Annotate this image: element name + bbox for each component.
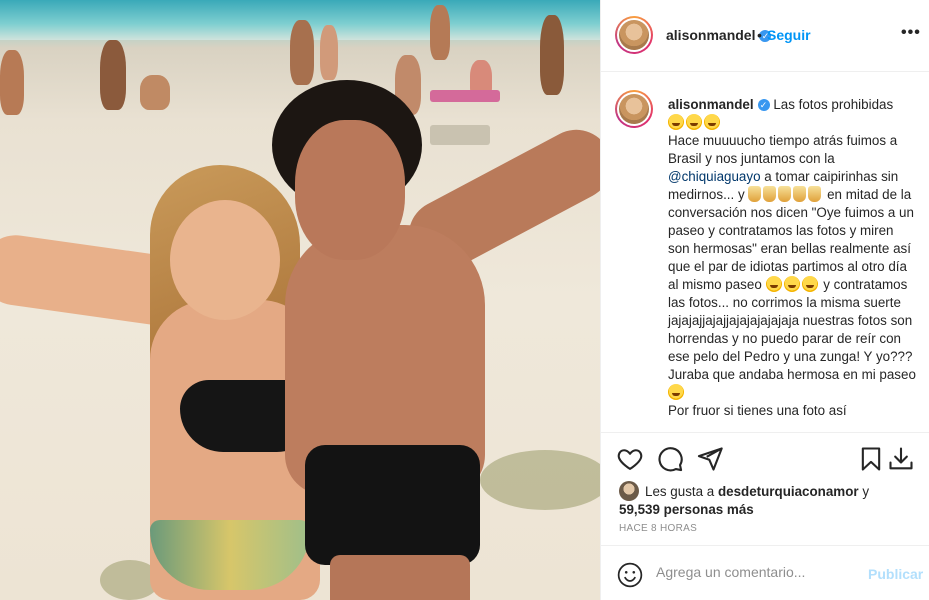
likes-middle: y bbox=[858, 484, 870, 499]
likes-summary: Les gusta a desdeturquiaconamor y 59,539… bbox=[619, 481, 919, 519]
laughing-emoji-icon bbox=[668, 384, 684, 400]
bookmark-icon[interactable] bbox=[857, 445, 885, 473]
laughing-emoji-icon bbox=[801, 276, 818, 292]
likes-count[interactable]: 59,539 personas más bbox=[619, 502, 754, 517]
photo-towel bbox=[430, 125, 490, 145]
photo-bystander bbox=[430, 5, 450, 60]
post-comment-button[interactable]: Publicar bbox=[868, 566, 923, 582]
caption-username[interactable]: alisonmandel bbox=[668, 97, 754, 112]
photo-man-legs bbox=[330, 555, 470, 600]
more-options-icon[interactable]: ••• bbox=[901, 24, 921, 42]
comment-bar: Publicar bbox=[601, 545, 929, 600]
save-to-collection-icon[interactable] bbox=[887, 445, 915, 473]
header-username[interactable]: alisonmandel bbox=[666, 27, 755, 43]
caption-avatar[interactable] bbox=[615, 90, 653, 128]
photo-bystander bbox=[540, 15, 564, 95]
caption-section: alisonmandel ✓ Las fotos prohibidas Hace … bbox=[601, 72, 929, 432]
caption-intro: Las fotos prohibidas bbox=[773, 97, 894, 112]
likes-prefix: Les gusta a bbox=[645, 484, 718, 499]
cheers-emoji-icon bbox=[748, 186, 762, 202]
post-side-panel: alisonmandel ✓ • Seguir ••• alisonmandel ✓… bbox=[600, 0, 929, 600]
post-photo[interactable] bbox=[0, 0, 600, 600]
caption-mention[interactable]: @chiquiaguayo bbox=[668, 169, 761, 184]
liker-avatar[interactable] bbox=[619, 481, 639, 501]
heart-icon[interactable] bbox=[616, 445, 644, 473]
caption-line1: Hace muuuucho tiempo atrás fuimos a Bras… bbox=[668, 133, 898, 166]
comment-icon[interactable] bbox=[656, 445, 684, 473]
photo-bystander bbox=[320, 25, 338, 80]
cocktail-emoji-icon bbox=[793, 186, 807, 202]
laughing-emoji-icon bbox=[704, 114, 720, 130]
post-timestamp[interactable]: HACE 8 HORAS bbox=[619, 523, 697, 534]
header-user: alisonmandel ✓ bbox=[666, 27, 772, 45]
comment-input[interactable] bbox=[656, 564, 856, 580]
photo-bystander bbox=[290, 20, 314, 85]
photo-man-face bbox=[295, 120, 405, 260]
avatar[interactable] bbox=[615, 16, 653, 54]
cocktail-emoji-icon bbox=[763, 186, 777, 202]
follow-button[interactable]: Seguir bbox=[767, 27, 811, 43]
photo-woman-face bbox=[170, 200, 280, 320]
laughing-emoji-icon bbox=[765, 276, 782, 292]
photo-grass bbox=[480, 450, 600, 510]
photo-bystander bbox=[100, 40, 126, 110]
photo-towel bbox=[430, 90, 500, 102]
caption-text: alisonmandel ✓ Las fotos prohibidas Hace … bbox=[668, 96, 918, 420]
laughing-emoji-icon bbox=[686, 114, 702, 130]
photo-bystander bbox=[0, 50, 24, 115]
post-header: alisonmandel ✓ • Seguir ••• bbox=[601, 0, 929, 72]
verified-badge-icon: ✓ bbox=[757, 99, 770, 111]
photo-bystander bbox=[140, 75, 170, 110]
cheers-emoji-icon bbox=[778, 186, 792, 202]
smile-icon[interactable] bbox=[617, 562, 643, 588]
cocktail-emoji-icon bbox=[808, 186, 822, 202]
photo-man-shorts bbox=[305, 445, 480, 565]
share-icon[interactable] bbox=[696, 445, 724, 473]
caption-line5: Por fruor si tienes una foto así bbox=[668, 403, 847, 418]
laughing-emoji-icon bbox=[783, 276, 800, 292]
post-actions: Les gusta a desdeturquiaconamor y 59,539… bbox=[601, 432, 929, 542]
caption-line4: y contratamos las fotos... no corrimos l… bbox=[668, 277, 916, 382]
liker-username[interactable]: desdeturquiaconamor bbox=[718, 484, 859, 499]
header-separator: • bbox=[757, 27, 762, 43]
laughing-emoji-icon bbox=[668, 114, 684, 130]
